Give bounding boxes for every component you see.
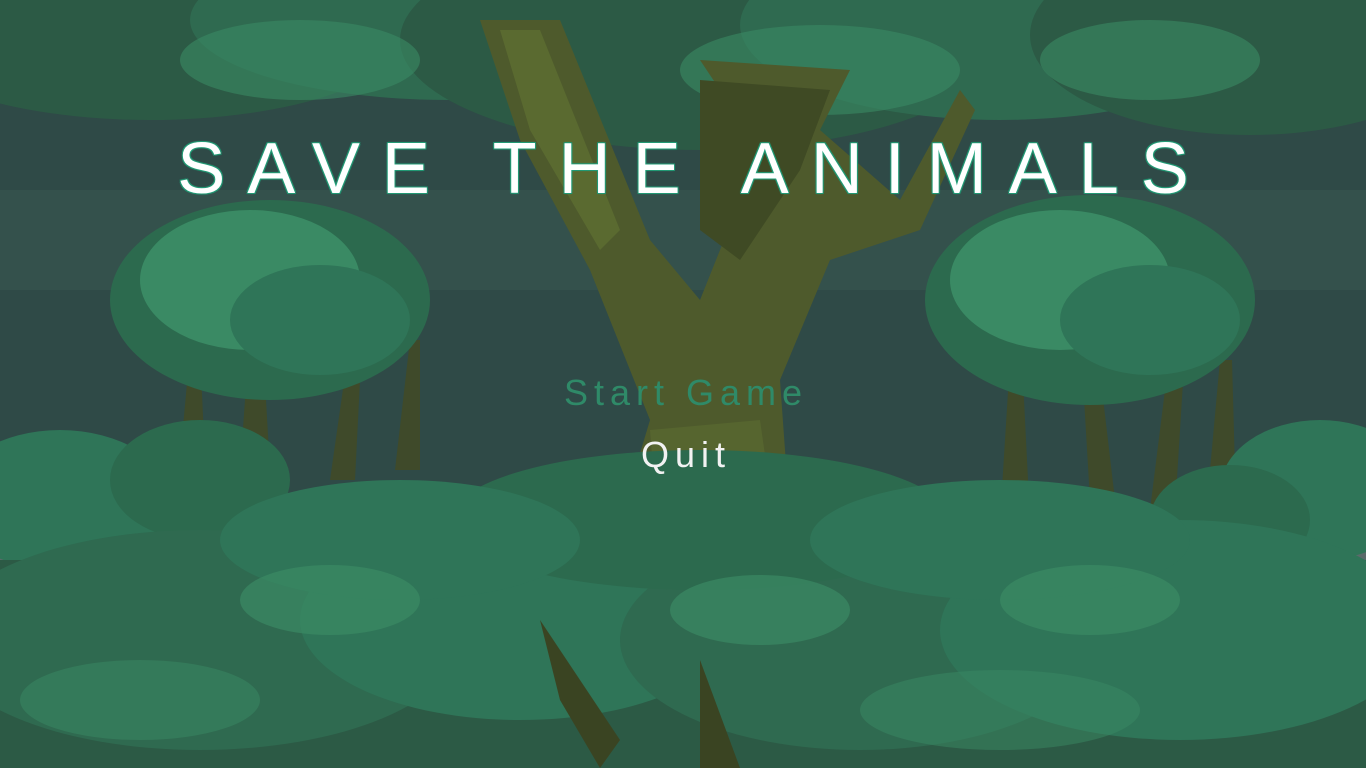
- main-menu: Start Game Quit: [0, 362, 1366, 486]
- start-game-button[interactable]: Start Game: [538, 362, 828, 424]
- game-title: SAVE THE ANIMALS: [177, 129, 1211, 209]
- quit-button[interactable]: Quit: [615, 424, 751, 486]
- main-menu-screen: SAVE THE ANIMALS Start Game Quit: [0, 0, 1366, 768]
